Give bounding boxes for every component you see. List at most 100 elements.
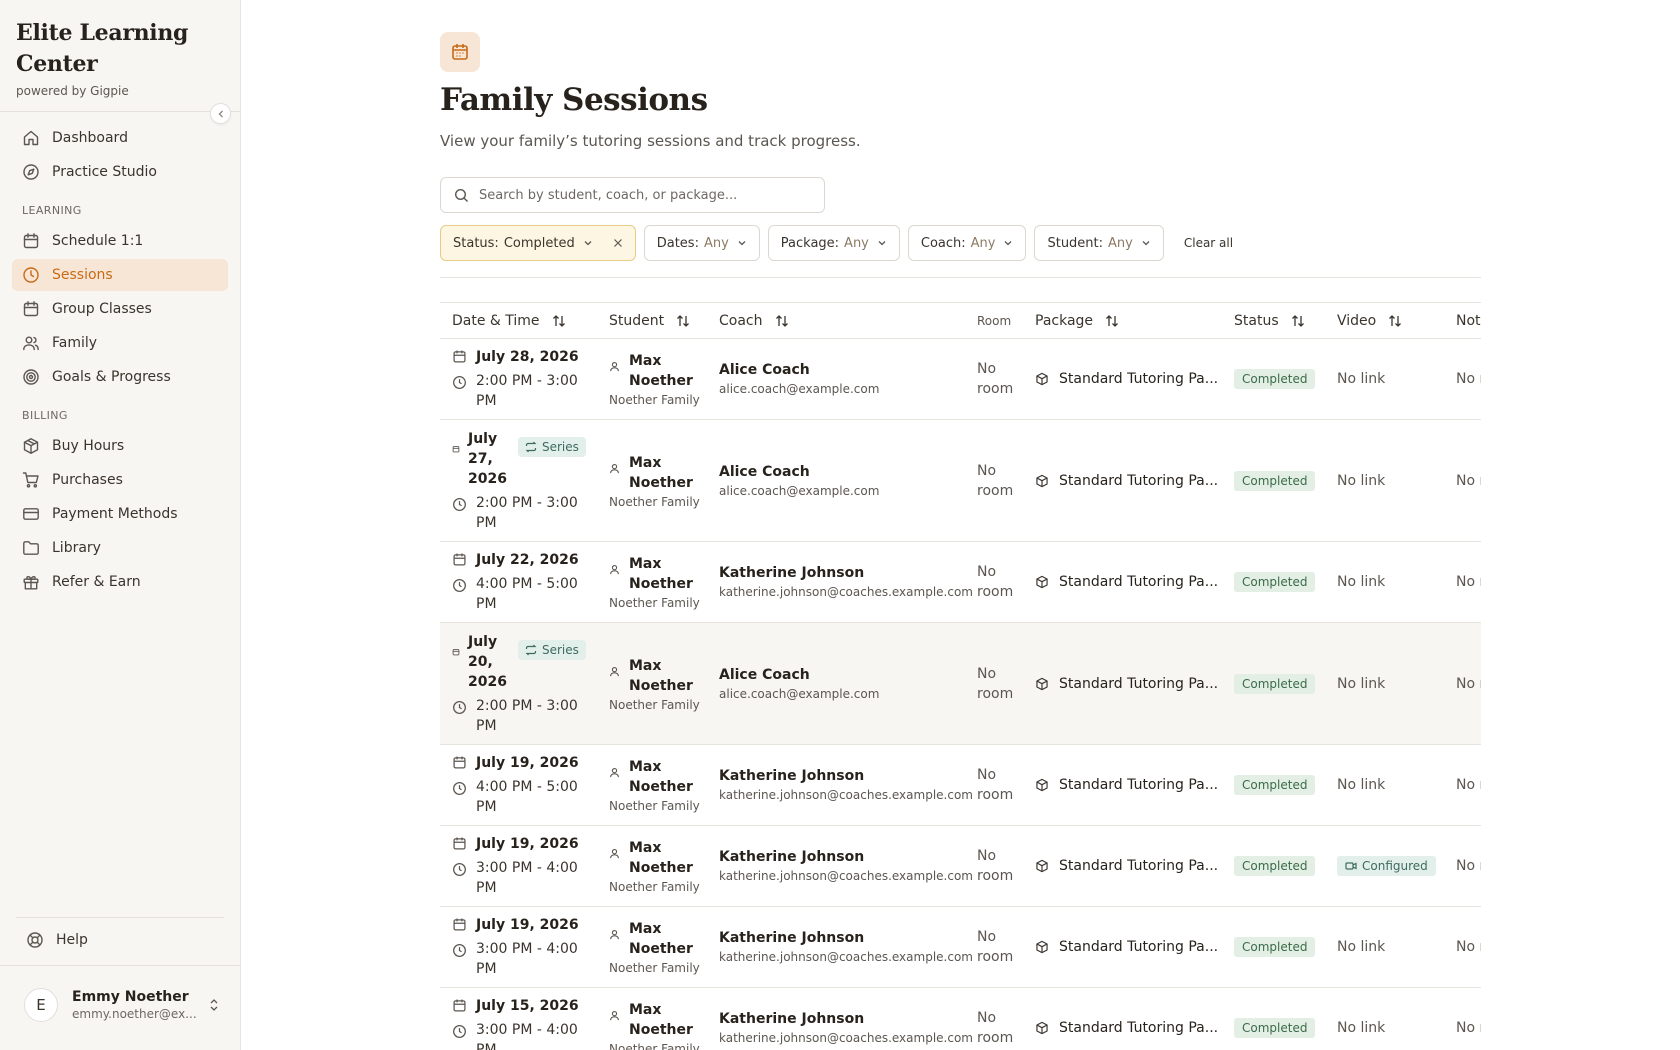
filter-student[interactable]: Student: Any <box>1034 225 1164 261</box>
page-title: Family Sessions <box>440 82 708 118</box>
student-family: Noether Family <box>609 880 700 894</box>
chevron-down-icon <box>584 241 592 246</box>
session-date: July 20, 2026 <box>468 633 507 690</box>
package-name: Standard Tutoring Pa... <box>1059 1020 1219 1036</box>
sidebar-item-practice-studio[interactable]: Practice Studio <box>12 156 228 188</box>
session-date: July 27, 2026 <box>468 430 507 487</box>
clock-icon <box>452 692 468 715</box>
help-link[interactable]: Help <box>26 931 88 949</box>
user-icon <box>609 351 621 372</box>
sort-icon[interactable] <box>1291 314 1305 328</box>
clock-icon <box>452 570 468 593</box>
package-name: Standard Tutoring Pa... <box>1059 574 1219 590</box>
series-badge: Series <box>518 639 586 660</box>
col-header-video[interactable]: Video <box>1325 302 1444 339</box>
sort-icon[interactable] <box>1105 314 1119 328</box>
table-row[interactable]: July 28, 2026 2:00 PM - 3:00 PM Max Noethe… <box>440 338 1481 420</box>
table-row[interactable]: July 19, 2026 3:00 PM - 4:00 PM Max Noethe… <box>440 906 1481 988</box>
sidebar-item-family[interactable]: Family <box>12 327 228 359</box>
student-name: Max Noether <box>629 353 693 389</box>
chevron-down-icon <box>1142 241 1150 246</box>
sidebar-item-schedule-1-1[interactable]: Schedule 1:1 <box>12 225 228 257</box>
sidebar-item-buy-hours[interactable]: Buy Hours <box>12 430 228 462</box>
col-header-coach[interactable]: Coach <box>707 302 965 339</box>
filter-package[interactable]: Package: Any <box>767 225 900 261</box>
user-icon <box>609 1000 621 1021</box>
col-header-status[interactable]: Status <box>1222 302 1325 339</box>
filter-status[interactable]: Status: Completed <box>440 225 636 261</box>
room: No room <box>977 848 1014 884</box>
sidebar-item-sessions[interactable]: Sessions <box>12 259 228 291</box>
video-icon <box>1345 860 1362 872</box>
table-row[interactable]: July 20, 2026 Series 2:00 PM - 3:00 PM Max … <box>440 622 1481 745</box>
filter-value: Completed <box>503 235 575 251</box>
notes: No n <box>1456 574 1481 590</box>
sidebar-item-label: Purchases <box>52 472 123 488</box>
clear-all-button[interactable]: Clear all <box>1184 236 1233 250</box>
sessions-table: Date & Time Student Coach Room Package S… <box>440 302 1481 1050</box>
filter-dates[interactable]: Dates: Any <box>643 225 760 261</box>
student-family: Noether Family <box>609 799 700 813</box>
video-status: No link <box>1337 675 1386 692</box>
search-box[interactable] <box>440 177 825 213</box>
notes: No n <box>1456 675 1481 692</box>
filter-coach[interactable]: Coach: Any <box>907 225 1027 261</box>
user-icon <box>609 838 621 859</box>
video-configured-badge[interactable]: Configured <box>1337 856 1436 876</box>
search-icon <box>454 188 468 202</box>
chevron-up-down-icon <box>208 997 220 1013</box>
sidebar-item-dashboard[interactable]: Dashboard <box>12 122 228 154</box>
package-name: Standard Tutoring Pa... <box>1059 675 1219 692</box>
col-header-package[interactable]: Package <box>1023 302 1222 339</box>
calendar-icon <box>452 632 460 656</box>
notes: No n <box>1456 777 1481 793</box>
page-subtitle: View your family’s tutoring sessions and… <box>440 132 861 150</box>
coach-email: katherine.johnson@coaches.example.com <box>719 1031 973 1045</box>
coach-email: alice.coach@example.com <box>719 686 880 701</box>
collapse-sidebar-button[interactable] <box>210 103 231 124</box>
sidebar-item-goals-progress[interactable]: Goals & Progress <box>12 361 228 393</box>
search-input[interactable] <box>479 187 799 203</box>
table-row[interactable]: July 22, 2026 4:00 PM - 5:00 PM Max Noethe… <box>440 541 1481 623</box>
filter-key: Status: <box>453 235 499 251</box>
cart-icon <box>22 471 40 489</box>
home-icon <box>22 129 40 147</box>
avatar: E <box>24 988 58 1022</box>
sidebar-item-label: Library <box>52 540 101 556</box>
sidebar-nav: Dashboard Practice Studio LEARNING Schedule… <box>0 112 240 598</box>
table-row[interactable]: July 27, 2026 Series 2:00 PM - 3:00 PM Max … <box>440 419 1481 542</box>
chevron-down-icon <box>878 241 886 246</box>
table-row[interactable]: July 15, 2026 3:00 PM - 4:00 PM Max Noethe… <box>440 987 1481 1050</box>
col-header-datetime[interactable]: Date & Time <box>440 302 597 339</box>
series-badge: Series <box>518 436 586 457</box>
calendar-icon <box>452 915 468 932</box>
video-status: No link <box>1337 574 1386 590</box>
student-family: Noether Family <box>609 1042 700 1050</box>
package-icon <box>1035 1021 1049 1035</box>
sidebar-item-purchases[interactable]: Purchases <box>12 464 228 496</box>
sidebar-item-group-classes[interactable]: Group Classes <box>12 293 228 325</box>
sort-icon[interactable] <box>552 314 566 328</box>
help-label: Help <box>56 932 88 948</box>
video-status: No link <box>1337 1020 1386 1036</box>
user-menu[interactable]: E Emmy Noether emmy.noether@ex... <box>24 988 220 1022</box>
notes: No n <box>1456 472 1481 489</box>
sidebar-item-label: Schedule 1:1 <box>52 233 144 249</box>
table-row[interactable]: July 19, 2026 4:00 PM - 5:00 PM Max Noethe… <box>440 744 1481 826</box>
sort-icon[interactable] <box>775 314 789 328</box>
user-name: Emmy Noether <box>72 989 189 1005</box>
user-icon <box>609 757 621 778</box>
status-badge: Completed <box>1234 572 1316 592</box>
sidebar-item-library[interactable]: Library <box>12 532 228 564</box>
session-date: July 19, 2026 <box>476 917 579 933</box>
status-badge: Completed <box>1234 937 1316 957</box>
student-name: Max Noether <box>629 454 693 491</box>
close-icon[interactable] <box>613 238 623 248</box>
package-icon <box>1035 859 1049 873</box>
sidebar-item-payment-methods[interactable]: Payment Methods <box>12 498 228 530</box>
sort-icon[interactable] <box>1388 314 1402 328</box>
sidebar-item-refer-earn[interactable]: Refer & Earn <box>12 566 228 598</box>
table-row[interactable]: July 19, 2026 3:00 PM - 4:00 PM Max Noethe… <box>440 825 1481 907</box>
sort-icon[interactable] <box>676 314 690 328</box>
col-header-student[interactable]: Student <box>597 302 707 339</box>
